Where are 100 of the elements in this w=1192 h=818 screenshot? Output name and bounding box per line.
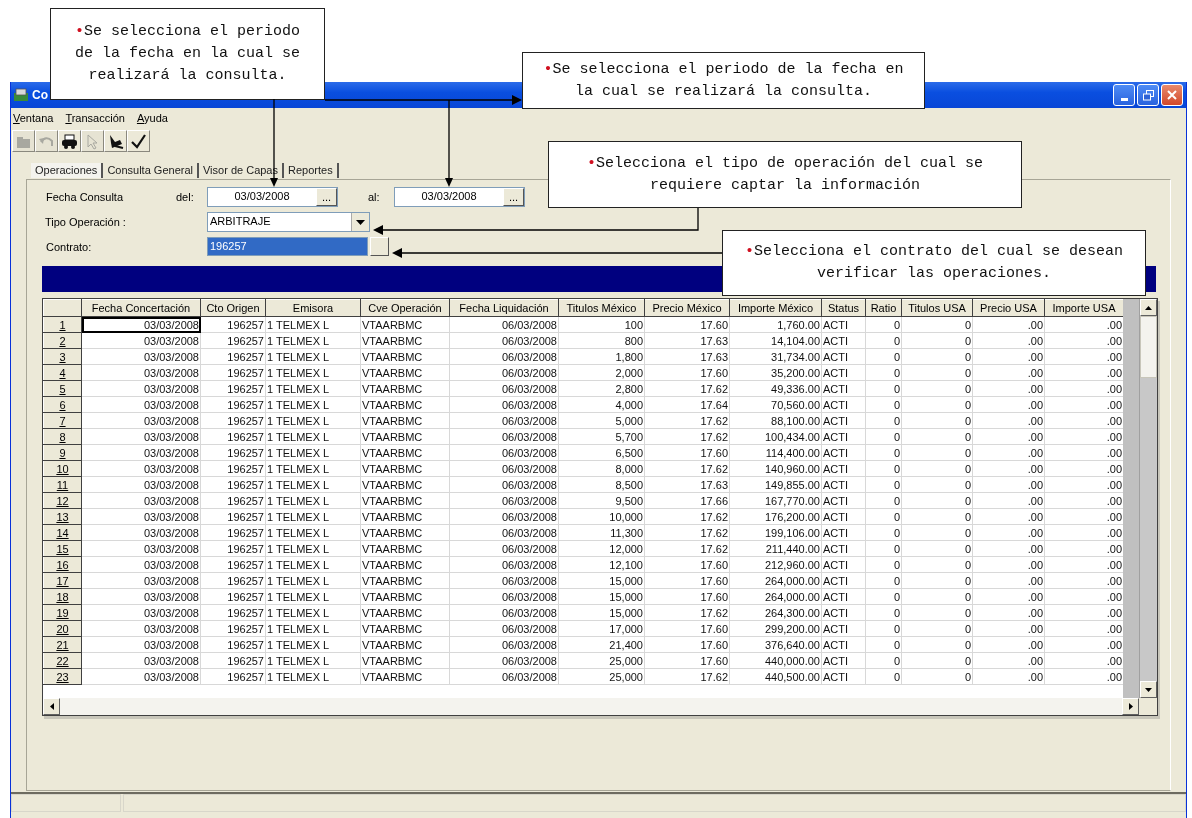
scroll-left-button[interactable] — [43, 698, 60, 715]
table-cell: 17.62 — [644, 604, 730, 621]
date-field[interactable]: 03/03/2008 ... — [394, 187, 525, 207]
table-cell: 196257 — [200, 476, 266, 493]
column-header[interactable]: Importe USA — [1044, 299, 1123, 317]
table-cell: 17.63 — [644, 332, 730, 349]
table-cell: VTAARBMC — [360, 604, 450, 621]
menu-item[interactable]: Transacción — [65, 112, 125, 124]
table-cell: .00 — [972, 460, 1045, 477]
table-cell: 03/03/2008 — [81, 396, 201, 413]
table-cell: 06/03/2008 — [449, 460, 559, 477]
restore-icon — [1142, 89, 1154, 101]
table-cell: .00 — [972, 556, 1045, 573]
table-cell: .00 — [1044, 444, 1123, 461]
table-cell: 8,500 — [558, 476, 645, 493]
table-cell: 06/03/2008 — [449, 604, 559, 621]
scroll-thumb[interactable] — [1140, 316, 1157, 378]
table-cell: 70,560.00 — [729, 396, 822, 413]
browse-button[interactable]: ... — [316, 188, 337, 206]
column-header[interactable]: Emisora — [265, 299, 361, 317]
table-cell: 17.60 — [644, 636, 730, 653]
toolbar-button[interactable] — [58, 130, 81, 152]
dropdown[interactable]: ARBITRAJE — [207, 212, 370, 232]
column-header[interactable]: Ratio — [865, 299, 902, 317]
column-header[interactable]: Precio México — [644, 299, 730, 317]
table-cell: 03/03/2008 — [81, 636, 201, 653]
table-cell: 0 — [865, 524, 902, 541]
table-cell: 17.62 — [644, 540, 730, 557]
column-header[interactable]: Cve Operación — [360, 299, 450, 317]
table-cell: 06/03/2008 — [449, 508, 559, 525]
minimize-button[interactable] — [1113, 84, 1135, 106]
column-header[interactable]: Status — [821, 299, 866, 317]
table-cell: ACTI — [821, 348, 866, 365]
table-cell: 1 TELMEX L — [265, 476, 361, 493]
table-cell: .00 — [1044, 396, 1123, 413]
table-cell: 1 TELMEX L — [265, 556, 361, 573]
table-cell: ACTI — [821, 428, 866, 445]
table-cell: .00 — [1044, 476, 1123, 493]
restore-button[interactable] — [1137, 84, 1159, 106]
table-cell: 196257 — [200, 652, 266, 669]
menu-item[interactable]: Ayuda — [136, 112, 168, 124]
table-cell: 1 TELMEX L — [265, 428, 361, 445]
column-header[interactable]: Titulos México — [558, 299, 645, 317]
date-field[interactable]: 03/03/2008 ... — [207, 187, 338, 207]
table-cell: .00 — [972, 604, 1045, 621]
table-cell: 06/03/2008 — [449, 652, 559, 669]
table-cell: .00 — [1044, 604, 1123, 621]
vertical-scrollbar[interactable] — [1139, 299, 1157, 698]
table-cell: 03/03/2008 — [81, 412, 201, 429]
column-header[interactable]: Fecha Concertación — [81, 299, 201, 317]
scroll-down-button[interactable] — [1140, 681, 1157, 698]
column-header[interactable]: Cto Origen — [200, 299, 266, 317]
horizontal-scrollbar[interactable] — [43, 698, 1139, 715]
table-cell: 03/03/2008 — [81, 540, 201, 557]
table-cell: 06/03/2008 — [449, 572, 559, 589]
table-cell: 06/03/2008 — [449, 364, 559, 381]
table-cell: .00 — [1044, 620, 1123, 637]
table-cell: 1 TELMEX L — [265, 380, 361, 397]
table-cell: 0 — [901, 380, 973, 397]
table-cell: 06/03/2008 — [449, 620, 559, 637]
scroll-up-button[interactable] — [1140, 299, 1157, 316]
tab[interactable]: Reportes — [284, 162, 339, 178]
table-cell: 264,300.00 — [729, 604, 822, 621]
toolbar-button[interactable] — [104, 130, 127, 152]
column-header[interactable]: Fecha Liquidación — [449, 299, 559, 317]
table-cell: 9,500 — [558, 492, 645, 509]
table-cell: 17.62 — [644, 460, 730, 477]
table-cell: .00 — [972, 652, 1045, 669]
table-cell: 03/03/2008 — [81, 524, 201, 541]
table-cell: 440,000.00 — [729, 652, 822, 669]
table-cell: 03/03/2008 — [81, 332, 201, 349]
table-cell: 11,300 — [558, 524, 645, 541]
table-cell: 196257 — [200, 348, 266, 365]
table-cell: 1,760.00 — [729, 316, 822, 333]
table-cell: 12,100 — [558, 556, 645, 573]
table-cell: 0 — [865, 412, 902, 429]
field-label: Tipo Operación : — [44, 216, 127, 228]
column-header[interactable]: Titulos USA — [901, 299, 973, 317]
tab[interactable]: Consulta General — [103, 162, 199, 178]
table-cell: 196257 — [200, 380, 266, 397]
browse-button[interactable]: ... — [503, 188, 524, 206]
table-cell: 1 TELMEX L — [265, 524, 361, 541]
table-cell: 0 — [901, 572, 973, 589]
close-button[interactable] — [1161, 84, 1183, 106]
toolbar-button[interactable] — [127, 130, 150, 152]
tab[interactable]: Operaciones — [31, 162, 104, 178]
column-header[interactable]: Precio USA — [972, 299, 1045, 317]
table-cell: ACTI — [821, 492, 866, 509]
contract-field[interactable]: 196257 — [207, 237, 368, 256]
column-header[interactable]: Importe México — [729, 299, 822, 317]
menu-item[interactable]: Ventana — [13, 112, 54, 124]
lookup-button[interactable] — [370, 237, 389, 256]
table-cell: .00 — [1044, 572, 1123, 589]
table-cell: 140,960.00 — [729, 460, 822, 477]
table-cell: VTAARBMC — [360, 476, 450, 493]
table-cell: 0 — [865, 604, 902, 621]
table-cell: 0 — [865, 460, 902, 477]
table-cell: 17.64 — [644, 396, 730, 413]
table-cell: 0 — [865, 364, 902, 381]
scroll-right-button[interactable] — [1122, 698, 1139, 715]
